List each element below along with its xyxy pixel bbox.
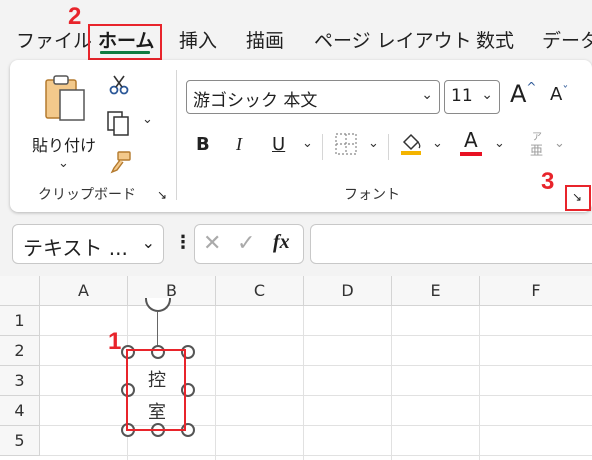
group-separator	[176, 70, 177, 200]
more-options-icon[interactable]: ⋮	[174, 232, 192, 253]
font-size-value: 11	[451, 86, 473, 106]
column-header[interactable]: F	[480, 276, 592, 306]
grid-line	[40, 455, 592, 456]
name-box-value: テキスト ...	[23, 236, 128, 260]
font-family-value: 游ゴシック 本文	[193, 91, 318, 111]
font-row-separator	[322, 134, 323, 160]
grid-line	[303, 306, 304, 460]
font-row-separator	[388, 134, 389, 160]
phonetic-bottom: 亜	[530, 144, 544, 159]
column-header[interactable]: B	[128, 276, 216, 306]
copy-icon[interactable]	[106, 110, 130, 136]
row-header[interactable]: 5	[0, 426, 40, 456]
select-all-corner[interactable]	[0, 276, 40, 306]
shrink-font-icon[interactable]: Aˇ	[550, 84, 568, 105]
italic-button[interactable]: I	[236, 134, 242, 155]
font-color-chevron-icon[interactable]: ⌄	[494, 136, 505, 151]
callout-box-launcher	[565, 185, 591, 211]
column-header[interactable]: C	[216, 276, 304, 306]
cancel-icon[interactable]: ✕	[203, 231, 221, 256]
column-header[interactable]: E	[392, 276, 480, 306]
clipboard-group-label: クリップボード	[38, 187, 136, 203]
phonetic-chevron-icon[interactable]: ⌄	[554, 136, 565, 151]
phonetic-guide-button[interactable]: ア 亜	[528, 128, 550, 162]
tab-formulas[interactable]: 数式	[476, 26, 514, 53]
tab-page-layout[interactable]: ページ レイアウト	[314, 26, 472, 53]
paste-button[interactable]: 貼り付け ⌄	[28, 68, 98, 171]
row-header[interactable]: 3	[0, 366, 40, 396]
row-header[interactable]: 1	[0, 306, 40, 336]
row-header[interactable]: 4	[0, 396, 40, 426]
callout-number-2: 2	[68, 3, 82, 30]
grid-line	[391, 306, 392, 460]
underline-chevron-icon[interactable]: ⌄	[302, 136, 313, 151]
tab-data[interactable]: データ	[542, 26, 592, 53]
copy-chevron-icon[interactable]: ⌄	[142, 112, 153, 127]
callout-box-home	[88, 24, 162, 60]
font-color-button[interactable]: A	[458, 128, 486, 158]
font-size-select[interactable]: 11 ⌄	[444, 80, 500, 114]
grid-line	[40, 365, 592, 366]
tab-insert[interactable]: 挿入	[179, 26, 217, 53]
tab-draw[interactable]: 描画	[246, 26, 284, 53]
format-painter-icon[interactable]	[108, 150, 132, 174]
underline-button[interactable]: U	[272, 134, 285, 155]
bold-button[interactable]: B	[196, 134, 210, 155]
fill-color-icon[interactable]	[398, 130, 424, 156]
insert-function-button[interactable]: fx	[273, 231, 290, 254]
callout-box-textbox	[126, 349, 186, 431]
chevron-down-icon: ⌄	[141, 233, 155, 252]
rotation-handle[interactable]	[145, 298, 171, 312]
font-family-select[interactable]: 游ゴシック 本文 ⌄	[186, 80, 440, 114]
name-box[interactable]: テキスト ... ⌄	[12, 224, 164, 264]
borders-icon[interactable]	[334, 132, 358, 156]
column-header[interactable]: D	[304, 276, 392, 306]
paste-label: 貼り付け	[32, 136, 97, 155]
callout-number-1: 1	[108, 328, 122, 355]
chevron-down-icon: ⌄	[421, 87, 433, 103]
font-group-label: フォント	[344, 187, 400, 203]
formula-controls: ✕ ✓ fx	[194, 224, 304, 264]
worksheet-grid: A B C D E F 1 2 3 4 5 控 室	[0, 276, 592, 460]
grid-line	[215, 306, 216, 460]
borders-chevron-icon[interactable]: ⌄	[368, 136, 379, 151]
ribbon: 貼り付け ⌄ ⌄ クリップボード ↘ 游ゴシック 本文 ⌄ 11 ⌄ A^ Aˇ…	[10, 60, 592, 212]
paste-chevron-icon: ⌄	[58, 156, 69, 171]
clipboard-launcher-icon[interactable]: ↘	[157, 188, 167, 202]
font-color-letter: A	[464, 128, 478, 152]
clipboard-icon	[45, 75, 85, 121]
font-color-swatch	[460, 152, 482, 156]
callout-number-3: 3	[541, 168, 555, 195]
row-header[interactable]: 2	[0, 336, 40, 366]
formula-input[interactable]	[310, 224, 592, 264]
grow-font-icon[interactable]: A^	[510, 80, 536, 108]
chevron-down-icon: ⌄	[481, 87, 493, 103]
enter-icon[interactable]: ✓	[237, 231, 255, 256]
scissors-icon[interactable]	[108, 74, 130, 96]
grid-line	[40, 335, 592, 336]
column-header[interactable]: A	[40, 276, 128, 306]
grid-line	[479, 306, 480, 460]
fill-color-chevron-icon[interactable]: ⌄	[432, 136, 443, 151]
